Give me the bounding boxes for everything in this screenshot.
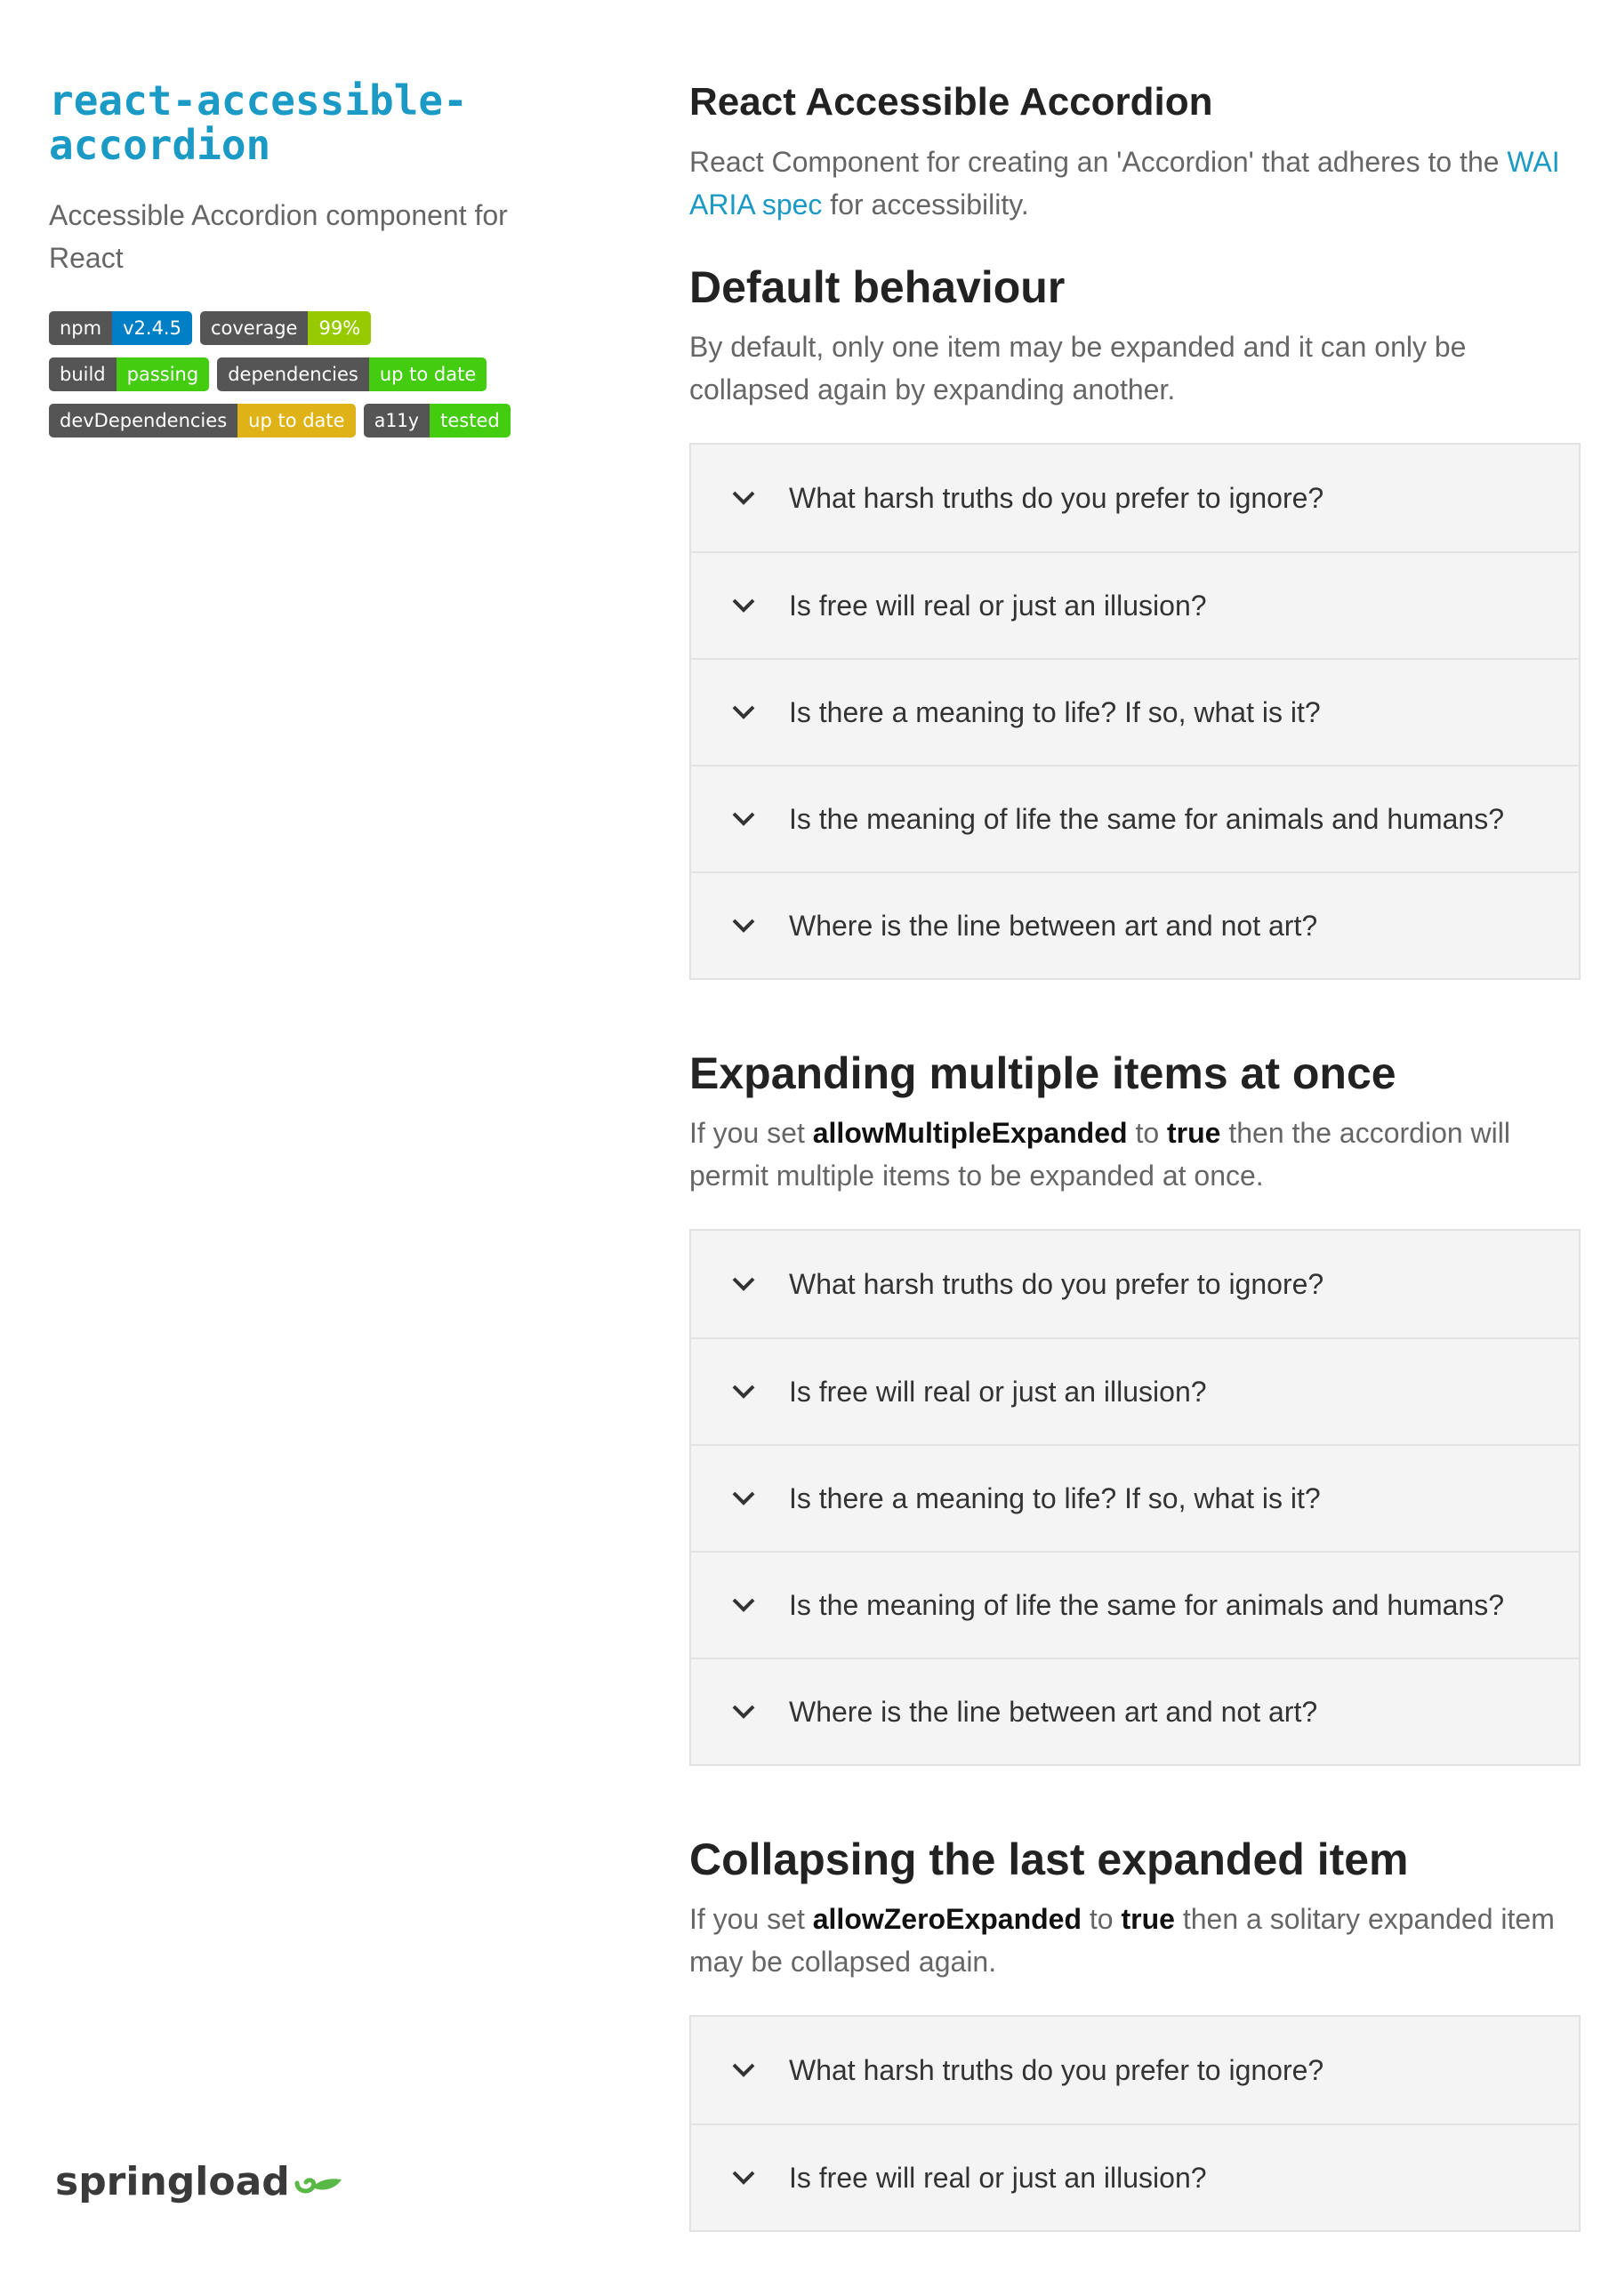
repo-description: Accessible Accordion component for React bbox=[49, 199, 508, 274]
accordion-multiple: What harsh truths do you prefer to ignor… bbox=[689, 1229, 1581, 1766]
intro-after: for accessibility. bbox=[822, 189, 1029, 221]
prop-value: true bbox=[1121, 1903, 1175, 1935]
accordion-default: What harsh truths do you prefer to ignor… bbox=[689, 443, 1581, 980]
build-badge[interactable]: build passing bbox=[49, 357, 210, 391]
section-title-default: Default behaviour bbox=[689, 262, 1066, 312]
springload-logo[interactable]: springload bbox=[55, 2159, 343, 2204]
logo-text: springload bbox=[55, 2159, 290, 2204]
accordion-item-label: Is free will real or just an illusion? bbox=[789, 1375, 1207, 1408]
chevron-down-icon bbox=[732, 1598, 755, 1612]
accordion-item[interactable]: Is the meaning of life the same for anim… bbox=[691, 1551, 1579, 1658]
prop-name: allowMultipleExpanded bbox=[812, 1117, 1128, 1149]
accordion-item-label: Where is the line between art and not ar… bbox=[789, 1695, 1318, 1728]
chevron-down-icon bbox=[732, 2063, 755, 2077]
sidebar: react-accessible-accordion Accessible Ac… bbox=[49, 78, 547, 450]
npm-badge[interactable]: npm v2.4.5 bbox=[49, 311, 192, 345]
badge-value: up to date bbox=[237, 404, 356, 438]
chevron-down-icon bbox=[732, 1705, 755, 1719]
dev-dependencies-badge[interactable]: devDependencies up to date bbox=[49, 404, 356, 438]
accordion-item-label: Is free will real or just an illusion? bbox=[789, 2161, 1207, 2194]
badge-value: tested bbox=[430, 404, 511, 438]
accordion-item-label: Is there a meaning to life? If so, what … bbox=[789, 1481, 1321, 1514]
badge-label: a11y bbox=[363, 404, 430, 438]
accordion-item[interactable]: Is free will real or just an illusion? bbox=[691, 551, 1579, 658]
text-before: If you set bbox=[689, 1117, 813, 1149]
chevron-down-icon bbox=[732, 491, 755, 505]
badge-label: npm bbox=[49, 311, 113, 345]
accordion-item[interactable]: What harsh truths do you prefer to ignor… bbox=[691, 1231, 1579, 1337]
badge-row: build passing dependencies up to date bbox=[49, 357, 547, 391]
badge-label: dependencies bbox=[217, 357, 369, 391]
accordion-item[interactable]: Is there a meaning to life? If so, what … bbox=[691, 1444, 1579, 1551]
accordion-item-label: Is the meaning of life the same for anim… bbox=[789, 802, 1504, 835]
chevron-down-icon bbox=[732, 705, 755, 719]
text-mid: to bbox=[1082, 1903, 1122, 1935]
chevron-down-icon bbox=[732, 1277, 755, 1291]
section-text-default: By default, only one item may be expande… bbox=[689, 331, 1467, 405]
accordion-item-label: Where is the line between art and not ar… bbox=[789, 909, 1318, 942]
accordion-item[interactable]: What harsh truths do you prefer to ignor… bbox=[691, 2017, 1579, 2123]
badge-row: npm v2.4.5 coverage 99% bbox=[49, 311, 547, 345]
badge-label: devDependencies bbox=[49, 404, 238, 438]
accordion-item-label: Is there a meaning to life? If so, what … bbox=[789, 695, 1321, 728]
sprout-icon bbox=[294, 2177, 342, 2193]
section-text-collapsing: If you set allowZeroExpanded to true the… bbox=[689, 1898, 1581, 1983]
repo-title[interactable]: react-accessible-accordion bbox=[49, 78, 511, 167]
badge-value: passing bbox=[116, 357, 210, 391]
badge-value: up to date bbox=[368, 357, 487, 391]
accordion-item[interactable]: Is free will real or just an illusion? bbox=[691, 2123, 1579, 2230]
accordion-item-label: What harsh truths do you prefer to ignor… bbox=[789, 1267, 1324, 1300]
badge-value: v2.4.5 bbox=[112, 311, 192, 345]
chevron-down-icon bbox=[732, 1385, 755, 1399]
chevron-down-icon bbox=[732, 919, 755, 933]
accordion-item[interactable]: Is there a meaning to life? If so, what … bbox=[691, 658, 1579, 765]
a11y-badge[interactable]: a11y tested bbox=[363, 404, 511, 438]
accordion-item-label: Is free will real or just an illusion? bbox=[789, 589, 1207, 622]
accordion-item[interactable]: Is the meaning of life the same for anim… bbox=[691, 765, 1579, 871]
section-title-collapsing: Collapsing the last expanded item bbox=[689, 1834, 1409, 1884]
accordion-item[interactable]: Where is the line between art and not ar… bbox=[691, 1658, 1579, 1764]
prop-value: true bbox=[1167, 1117, 1221, 1149]
accordion-item-label: Is the meaning of life the same for anim… bbox=[789, 1588, 1504, 1621]
badge-label: build bbox=[49, 357, 117, 391]
text-before: If you set bbox=[689, 1903, 813, 1935]
chevron-down-icon bbox=[732, 598, 755, 613]
badge-row: devDependencies up to date a11y tested bbox=[49, 404, 547, 438]
badge-value: 99% bbox=[308, 311, 372, 345]
chevron-down-icon bbox=[732, 1491, 755, 1505]
section-text-multiple: If you set allowMultipleExpanded to true… bbox=[689, 1112, 1581, 1197]
intro-text: React Component for creating an 'Accordi… bbox=[689, 140, 1581, 226]
page-title: React Accessible Accordion bbox=[689, 80, 1213, 124]
accordion-item[interactable]: Where is the line between art and not ar… bbox=[691, 871, 1579, 978]
chevron-down-icon bbox=[732, 2171, 755, 2185]
text-mid: to bbox=[1127, 1117, 1168, 1149]
accordion-item[interactable]: Is free will real or just an illusion? bbox=[691, 1337, 1579, 1444]
accordion-collapsing: What harsh truths do you prefer to ignor… bbox=[689, 2015, 1581, 2232]
intro-before: React Component for creating an 'Accordi… bbox=[689, 146, 1508, 178]
accordion-item-label: What harsh truths do you prefer to ignor… bbox=[789, 2053, 1324, 2086]
badge-label: coverage bbox=[199, 311, 309, 345]
accordion-item[interactable]: What harsh truths do you prefer to ignor… bbox=[691, 445, 1579, 551]
prop-name: allowZeroExpanded bbox=[812, 1903, 1082, 1935]
section-title-multiple: Expanding multiple items at once bbox=[689, 1048, 1396, 1098]
dependencies-badge[interactable]: dependencies up to date bbox=[217, 357, 487, 391]
main-content: React Accessible Accordion React Compone… bbox=[689, 78, 1581, 2296]
chevron-down-icon bbox=[732, 812, 755, 826]
coverage-badge[interactable]: coverage 99% bbox=[199, 311, 372, 345]
accordion-item-label: What harsh truths do you prefer to ignor… bbox=[789, 481, 1324, 514]
